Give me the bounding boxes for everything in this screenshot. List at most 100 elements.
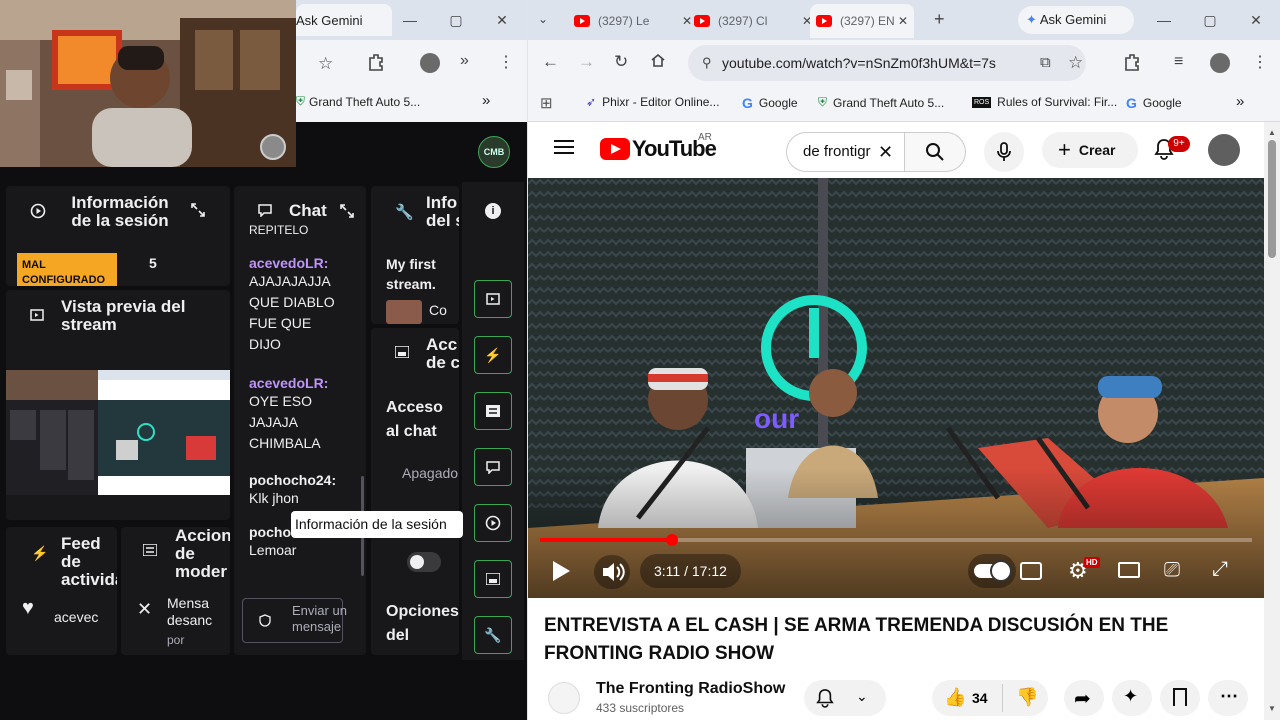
left-tabstrip: Ask Gemini — ▢ ✕ — [296, 0, 527, 40]
mod-item-title[interactable]: Mensa desanc — [167, 595, 227, 629]
miniplayer-icon[interactable] — [1118, 562, 1140, 578]
clear-search-icon[interactable]: ✕ — [878, 142, 893, 163]
subscribe-bell-button[interactable]: ⌄ — [804, 680, 886, 716]
dock-preview-button[interactable] — [474, 280, 512, 318]
extensions-icon[interactable] — [1122, 52, 1142, 72]
back-icon[interactable]: ← — [542, 52, 559, 72]
maximize-icon[interactable]: ▢ — [1200, 10, 1220, 30]
site-info-icon[interactable]: ⚲ — [702, 55, 712, 71]
bookmark-gta[interactable]: ⛨ Grand Theft Auto 5... — [296, 94, 420, 109]
star-icon[interactable]: ☆ — [1068, 53, 1083, 73]
share-button[interactable]: ➦ — [1064, 680, 1104, 716]
new-tab-icon[interactable]: + — [934, 9, 945, 30]
volume-button[interactable] — [594, 555, 630, 589]
play-button[interactable] — [546, 555, 576, 587]
minimize-icon[interactable]: — — [400, 10, 420, 30]
search-button[interactable] — [904, 132, 966, 172]
voice-search-button[interactable] — [984, 132, 1024, 172]
session-info-title: Información de la sesión — [71, 193, 169, 230]
page-scrollbar[interactable]: ▲ ▼ — [1264, 122, 1280, 720]
home-icon[interactable] — [650, 52, 666, 68]
feed-item-user[interactable]: acevec — [54, 609, 98, 625]
menu-icon[interactable]: ⋮ — [498, 52, 514, 72]
tab-search-icon[interactable]: ⌄ — [538, 12, 548, 26]
progress-track[interactable] — [540, 534, 1252, 546]
channel-avatar[interactable]: CMB — [478, 136, 510, 168]
more-actions-button[interactable]: ⋯ — [1208, 680, 1248, 716]
chat-username[interactable]: pochocho24: — [249, 472, 359, 488]
scroll-down-icon[interactable]: ▼ — [1268, 704, 1276, 713]
more-bookmarks-icon[interactable]: » — [1236, 93, 1244, 110]
youtube-logo-icon[interactable] — [600, 138, 630, 160]
channel-avatar[interactable] — [548, 682, 580, 714]
category-thumbnail[interactable] — [386, 300, 422, 324]
chat-access-toggle[interactable] — [407, 552, 441, 572]
star-icon[interactable]: ☆ — [318, 54, 333, 74]
chat-username[interactable]: acevedoLR: — [249, 375, 359, 391]
close-icon[interactable]: ✕ — [682, 14, 692, 28]
apps-grid-icon[interactable]: ⊞ — [540, 94, 553, 112]
ask-ai-button[interactable]: ✦ — [1112, 680, 1152, 716]
close-icon[interactable]: ✕ — [898, 14, 908, 28]
tab-1[interactable]: (3297) Le ✕ — [574, 6, 692, 36]
forward-icon[interactable]: → — [578, 52, 595, 72]
address-bar[interactable]: ⚲ youtube.com/watch?v=nSnZm0f3hUM&t=7s ⧉… — [688, 45, 1086, 81]
close-icon[interactable]: ✕ — [1246, 10, 1266, 30]
profile-avatar[interactable] — [420, 53, 440, 73]
install-icon[interactable]: ⧉ — [1040, 54, 1051, 71]
chevron-right-icon[interactable]: » — [482, 92, 490, 109]
reload-icon[interactable]: ↻ — [614, 52, 628, 72]
bookmark-google-2[interactable]: G Google — [1126, 95, 1182, 111]
user-avatar[interactable] — [1208, 134, 1240, 166]
preview-thumbnail[interactable] — [6, 370, 230, 495]
channel-avatar-text: CMB — [483, 147, 505, 157]
category-label: Co — [429, 302, 447, 318]
bookmark-phixr[interactable]: ➶ Phixr - Editor Online... — [586, 95, 719, 109]
scroll-up-icon[interactable]: ▲ — [1268, 128, 1276, 137]
profile-avatar[interactable] — [1210, 53, 1230, 73]
stream-info-title: Info del s — [426, 193, 459, 230]
dock-session-info-button[interactable] — [474, 504, 512, 542]
channel-name[interactable]: The Fronting RadioShow — [596, 680, 785, 698]
scroll-thumb[interactable] — [1268, 140, 1276, 258]
cast-icon[interactable]: ⎚ — [1164, 559, 1180, 582]
session-info-panel: Información de la sesión MAL CONFIGURADO… — [6, 186, 230, 286]
extensions-icon[interactable] — [366, 52, 386, 72]
ask-gemini-button[interactable]: ✦ Ask Gemini — [1018, 6, 1134, 34]
autoplay-toggle[interactable] — [968, 554, 1016, 588]
bookmark-google[interactable]: G Google — [742, 95, 798, 111]
info-icon[interactable]: i — [485, 203, 501, 219]
close-icon[interactable]: ✕ — [492, 10, 512, 30]
hamburger-menu-icon[interactable] — [554, 139, 574, 155]
like-icon[interactable]: 👍 — [944, 687, 966, 708]
dock-moderation-button[interactable] — [474, 392, 512, 430]
chat-username[interactable]: acevedoLR: — [249, 255, 359, 271]
send-message-input[interactable]: Enviar un mensaje — [242, 598, 347, 643]
controls-gradient — [528, 468, 1264, 598]
video-player[interactable]: our 3:11 / 17:12 ⚙ HD ⎚ ⤢ — [528, 178, 1264, 598]
expand-icon[interactable] — [191, 203, 205, 217]
create-button[interactable]: + Crear — [1042, 132, 1138, 168]
neon-sign-text: our — [754, 403, 799, 434]
scrubber-handle[interactable] — [666, 534, 678, 546]
subtitles-icon[interactable] — [1020, 562, 1042, 580]
dock-chat-button[interactable] — [474, 448, 512, 486]
minimize-icon[interactable]: — — [1154, 10, 1174, 30]
expand-icon[interactable] — [340, 204, 354, 218]
fullscreen-icon[interactable]: ⤢ — [1212, 558, 1228, 581]
bookmark-rules-of-survival[interactable]: ROS Rules of Survival: Fir... — [972, 95, 1117, 109]
dislike-icon[interactable]: 👎 — [1016, 687, 1038, 708]
maximize-icon[interactable]: ▢ — [446, 10, 466, 30]
left-tab-gemini[interactable]: Ask Gemini — [296, 4, 392, 36]
save-button[interactable] — [1160, 680, 1200, 716]
tab-3-active[interactable]: (3297) EN ✕ — [810, 4, 914, 38]
menu-icon[interactable]: ⋮ — [1252, 52, 1268, 72]
tab-2[interactable]: (3297) Cl ✕ — [694, 6, 812, 36]
dock-info-button[interactable]: 🔧 — [474, 616, 512, 654]
bookmark-gta[interactable]: ⛨ Grand Theft Auto 5... — [818, 95, 944, 110]
media-control-icon[interactable]: ≡ — [1174, 53, 1183, 71]
google-icon: G — [742, 95, 753, 111]
chevron-right-icon[interactable]: » — [460, 52, 469, 70]
dock-feed-button[interactable]: ⚡ — [474, 336, 512, 374]
dock-actions-button[interactable] — [474, 560, 512, 598]
